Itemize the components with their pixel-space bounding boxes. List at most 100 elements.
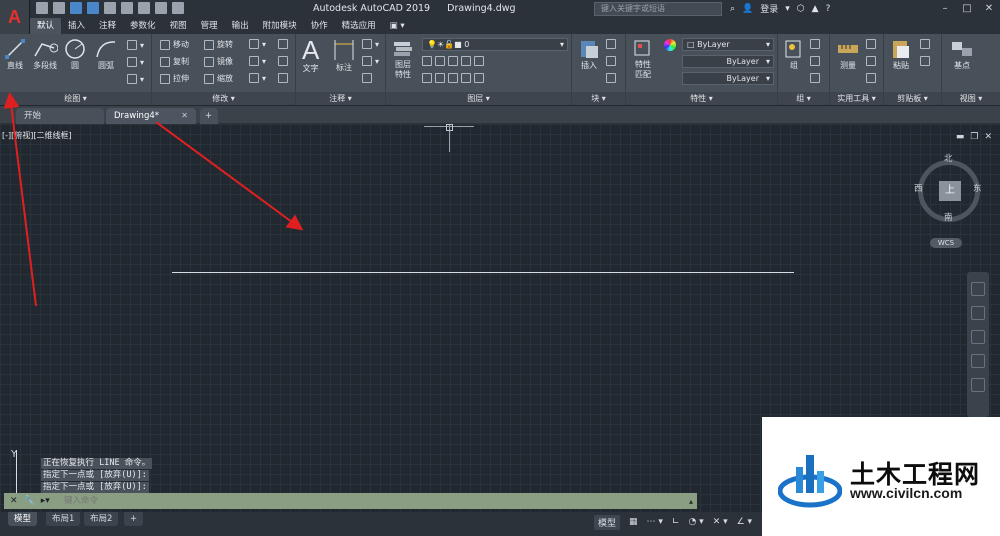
close-tab-icon[interactable]: ✕ bbox=[181, 108, 188, 124]
color-dropdown[interactable]: □ ByLayer bbox=[682, 38, 774, 51]
array-button[interactable]: ▾ bbox=[249, 73, 266, 83]
model-space-toggle[interactable]: 模型 bbox=[594, 514, 621, 530]
hatch-tool-button[interactable]: ▾ bbox=[127, 57, 144, 67]
lineweight-icon[interactable]: ∠ ▾ bbox=[737, 517, 752, 527]
search-input[interactable]: 键入关键字或短语 bbox=[594, 2, 722, 16]
open-file-icon[interactable] bbox=[53, 2, 65, 14]
measure-button[interactable]: 测量 bbox=[836, 38, 860, 71]
trim-button[interactable]: ▾ bbox=[249, 39, 266, 49]
insert-block-button[interactable]: 插入 bbox=[578, 38, 600, 71]
close-command-icon[interactable]: ✕ bbox=[10, 496, 18, 506]
select-all-button[interactable] bbox=[866, 56, 876, 66]
linear-dim-button[interactable]: ▾ bbox=[362, 39, 379, 49]
showmotion-icon[interactable] bbox=[971, 378, 985, 392]
block-attribute-button[interactable] bbox=[606, 73, 616, 83]
tab-parametric[interactable]: 参数化 bbox=[123, 18, 163, 34]
tab-layout1[interactable]: 布局1 bbox=[46, 512, 81, 526]
group-edit-button[interactable] bbox=[810, 56, 820, 66]
compass-west[interactable]: 西 bbox=[914, 182, 923, 194]
tab-view[interactable]: 视图 bbox=[163, 18, 194, 34]
text-button[interactable]: A 文字 bbox=[302, 37, 319, 74]
new-file-icon[interactable] bbox=[36, 2, 48, 14]
group-select-button[interactable] bbox=[810, 73, 820, 83]
steering-wheel-icon[interactable] bbox=[971, 282, 985, 296]
ungroup-button[interactable] bbox=[810, 39, 820, 49]
snap-icon[interactable]: ⋯ ▾ bbox=[647, 517, 663, 527]
tab-model[interactable]: 模型 bbox=[8, 512, 38, 526]
tab-featured-apps[interactable]: 精选应用 bbox=[335, 18, 383, 34]
rectangle-tool-button[interactable]: ▾ bbox=[127, 40, 144, 50]
binoculars-icon[interactable]: ⌕ bbox=[730, 4, 735, 14]
ortho-icon[interactable]: ∟ bbox=[672, 517, 680, 527]
login-link[interactable]: 登录 bbox=[760, 2, 778, 15]
line-tool-button[interactable]: 直线 bbox=[4, 38, 26, 71]
base-point-button[interactable]: 基点 bbox=[950, 38, 974, 71]
zoom-icon[interactable] bbox=[971, 330, 985, 344]
table-button[interactable] bbox=[362, 73, 372, 83]
ribbon-toggle-icon[interactable]: ▣ ▾ bbox=[383, 18, 412, 34]
panel-groups-title[interactable]: 组 ▾ bbox=[778, 92, 829, 105]
command-input[interactable] bbox=[60, 494, 689, 508]
tab-drawing4[interactable]: Drawing4* ✕ bbox=[106, 108, 196, 124]
panel-view-title[interactable]: 视图 ▾ bbox=[942, 92, 1000, 105]
people-icon[interactable]: ▲ bbox=[812, 4, 819, 14]
maximize-button[interactable]: □ bbox=[956, 0, 978, 16]
command-expand-icon[interactable]: ▴ bbox=[689, 497, 697, 506]
orbit-icon[interactable] bbox=[971, 354, 985, 368]
stretch-button[interactable]: 拉伸 bbox=[160, 73, 189, 84]
panel-draw-title[interactable]: 绘图 ▾ bbox=[0, 92, 151, 105]
tab-annotate[interactable]: 注释 bbox=[92, 18, 123, 34]
panel-properties-title[interactable]: 特性 ▾ bbox=[626, 92, 777, 105]
compass-east[interactable]: 东 bbox=[973, 182, 982, 194]
tab-layout2[interactable]: 布局2 bbox=[84, 512, 119, 526]
panel-layers-title[interactable]: 图层 ▾ bbox=[386, 92, 571, 105]
create-block-button[interactable] bbox=[606, 39, 616, 49]
leader-button[interactable]: ▾ bbox=[362, 56, 379, 66]
circle-tool-button[interactable]: 圆 bbox=[64, 38, 86, 71]
arc-tool-button[interactable]: 圆弧 bbox=[94, 38, 118, 71]
wcs-menu[interactable]: WCS bbox=[930, 238, 962, 248]
new-tab-button[interactable]: + bbox=[200, 108, 218, 124]
tab-manage[interactable]: 管理 bbox=[194, 18, 225, 34]
fillet-button[interactable]: ▾ bbox=[249, 56, 266, 66]
print-icon[interactable] bbox=[104, 2, 116, 14]
offset-button[interactable] bbox=[278, 73, 288, 83]
layer-tools-row1[interactable] bbox=[422, 56, 484, 66]
user-icon[interactable]: 👤 bbox=[742, 4, 753, 14]
cut-button[interactable] bbox=[920, 39, 930, 49]
viewcube[interactable]: 上 北 南 东 西 bbox=[914, 152, 984, 223]
tab-addins[interactable]: 附加模块 bbox=[256, 18, 304, 34]
color-wheel-button[interactable] bbox=[664, 39, 676, 51]
tab-collaborate[interactable]: 协作 bbox=[304, 18, 335, 34]
polyline-tool-button[interactable]: 多段线 bbox=[32, 38, 58, 71]
compass-north[interactable]: 北 bbox=[944, 152, 953, 164]
tab-default[interactable]: 默认 bbox=[30, 18, 62, 34]
exchange-icon[interactable]: ⬡ bbox=[797, 4, 805, 14]
minimize-button[interactable]: – bbox=[934, 0, 956, 16]
viewcube-top-face[interactable]: 上 bbox=[939, 181, 961, 201]
mirror-button[interactable]: 镜像 bbox=[204, 56, 233, 67]
scale-button[interactable]: 缩放 bbox=[204, 73, 233, 84]
drawn-line-segment[interactable] bbox=[172, 272, 794, 273]
save-as-icon[interactable] bbox=[87, 2, 99, 14]
grid-icon[interactable]: ▦ bbox=[629, 517, 638, 527]
osnap-icon[interactable]: ✕ ▾ bbox=[713, 517, 728, 527]
rotate-button[interactable]: 旋转 bbox=[204, 39, 233, 50]
undo-icon[interactable] bbox=[138, 2, 150, 14]
app-menu-button[interactable]: A bbox=[0, 0, 30, 34]
polar-icon[interactable]: ◔ ▾ bbox=[688, 517, 703, 527]
linetype-dropdown[interactable]: ByLayer bbox=[682, 55, 774, 68]
add-layout-button[interactable]: + bbox=[124, 512, 144, 526]
quick-select-button[interactable] bbox=[866, 39, 876, 49]
cart-icon[interactable]: ▾ bbox=[785, 4, 790, 14]
panel-clipboard-title[interactable]: 剪贴板 ▾ bbox=[884, 92, 941, 105]
viewport-close-icon[interactable]: ✕ bbox=[984, 132, 992, 142]
redo-icon[interactable] bbox=[155, 2, 167, 14]
compass-south[interactable]: 南 bbox=[944, 211, 953, 223]
layer-dropdown[interactable]: 💡☀🔓■ 0 bbox=[422, 38, 568, 51]
help-icon[interactable]: ? bbox=[826, 4, 831, 14]
panel-modify-title[interactable]: 修改 ▾ bbox=[152, 92, 295, 105]
viewport-restore-icon[interactable]: ❐ bbox=[970, 132, 978, 142]
layer-properties-button[interactable]: 图层 特性 bbox=[392, 38, 414, 80]
recent-commands-icon[interactable]: ▸▾ bbox=[41, 496, 50, 506]
